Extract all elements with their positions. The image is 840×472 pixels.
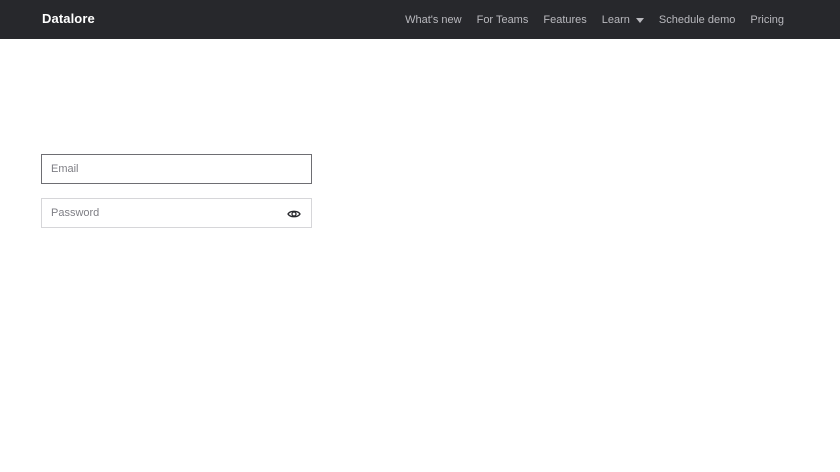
password-field-wrapper	[41, 198, 312, 228]
password-input[interactable]	[42, 199, 311, 227]
nav-dropdown-learn-label: Learn	[601, 13, 630, 26]
nav-link-pricing[interactable]: Pricing	[750, 14, 784, 26]
nav-link-for-teams[interactable]: For Teams	[477, 14, 529, 26]
nav-link-schedule-demo[interactable]: Schedule demo	[659, 14, 735, 26]
email-field-wrapper	[41, 154, 312, 184]
nav-link-features[interactable]: Features	[543, 14, 586, 26]
email-input[interactable]	[42, 155, 311, 183]
login-form	[41, 154, 312, 228]
caret-down-icon	[635, 17, 644, 23]
nav-link-whats-new[interactable]: What's new	[405, 14, 462, 26]
datalore-logo[interactable]: Datalore	[42, 11, 95, 26]
eye-icon[interactable]	[287, 207, 301, 221]
main-nav: What's new For Teams Features Learn Sche…	[405, 0, 784, 39]
nav-dropdown-learn[interactable]: Learn	[602, 14, 644, 26]
top-navigation-bar: Datalore What's new For Teams Features L…	[0, 0, 840, 39]
